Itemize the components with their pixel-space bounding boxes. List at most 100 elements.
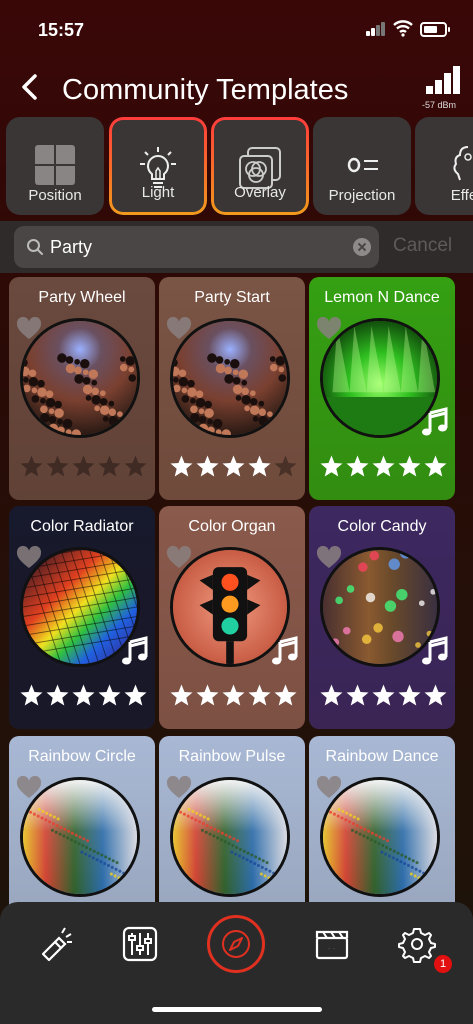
template-card[interactable]: Party Wheel [9, 277, 155, 500]
signal-strength-indicator: -57 dBm [420, 60, 464, 110]
projection-icon [347, 157, 378, 173]
category-label: Projection [328, 187, 396, 204]
template-name: Lemon N Dance [324, 289, 440, 306]
category-label: Effe [450, 187, 473, 204]
category-overlay[interactable]: Overlay [211, 117, 309, 215]
category-row: Position Light Overlay Projection Eff [0, 117, 473, 217]
favorite-heart-icon[interactable] [316, 776, 342, 800]
page-title: Community Templates [62, 74, 349, 106]
category-label: Light [141, 184, 175, 201]
star-icon [45, 454, 70, 479]
star-icon [423, 454, 448, 479]
favorite-heart-icon[interactable] [166, 546, 192, 570]
search-icon [27, 239, 43, 255]
template-name: Party Wheel [38, 289, 126, 306]
bottom-nav: 1 [0, 902, 473, 1024]
music-note-icon [422, 636, 448, 665]
back-icon[interactable] [16, 72, 46, 102]
template-card[interactable]: Color Radiator [9, 506, 155, 729]
star-icon [221, 454, 246, 479]
search-input[interactable]: Party [14, 226, 379, 268]
signal-dbm: -57 dBm [422, 100, 457, 110]
star-icon [169, 683, 194, 708]
music-note-icon [272, 636, 298, 665]
template-grid: Party Wheel Party Start Lemon N Dance Color… [0, 277, 473, 917]
template-card[interactable]: Rainbow Dance [309, 736, 455, 917]
template-card[interactable]: Rainbow Circle [9, 736, 155, 917]
template-name: Rainbow Pulse [178, 748, 286, 765]
star-icon [319, 454, 344, 479]
star-rating [19, 454, 149, 480]
music-note-icon [122, 636, 148, 665]
template-card[interactable]: Color Candy [309, 506, 455, 729]
status-bar: 15:57 [0, 0, 473, 60]
category-light[interactable]: Light [109, 117, 207, 215]
star-icon [371, 454, 396, 479]
effects-icon [453, 146, 472, 181]
star-icon [319, 683, 344, 708]
star-icon [371, 683, 396, 708]
star-icon [97, 454, 122, 479]
star-icon [247, 454, 272, 479]
star-icon [97, 683, 122, 708]
template-card[interactable]: Rainbow Pulse [159, 736, 305, 917]
template-card[interactable]: Lemon N Dance [309, 277, 455, 500]
star-icon [397, 683, 422, 708]
clear-icon[interactable] [353, 238, 371, 256]
template-card[interactable]: Party Start [159, 277, 305, 500]
star-icon [195, 683, 220, 708]
compass-button[interactable] [207, 915, 265, 973]
star-icon [345, 683, 370, 708]
favorite-heart-icon[interactable] [16, 546, 42, 570]
star-rating [319, 454, 449, 480]
star-rating [319, 683, 449, 709]
grid-icon [35, 145, 75, 185]
favorite-heart-icon[interactable] [166, 317, 192, 341]
star-icon [123, 683, 148, 708]
star-icon [123, 454, 148, 479]
favorite-heart-icon[interactable] [316, 546, 342, 570]
clock: 15:57 [38, 20, 85, 40]
favorite-heart-icon[interactable] [166, 776, 192, 800]
favorite-heart-icon[interactable] [16, 317, 42, 341]
category-position[interactable]: Position [6, 117, 104, 215]
compass-icon [222, 930, 250, 958]
star-icon [71, 683, 96, 708]
star-icon [19, 454, 44, 479]
star-icon [397, 454, 422, 479]
star-icon [247, 683, 272, 708]
mixer-icon[interactable] [120, 924, 160, 964]
star-rating [19, 683, 149, 709]
category-label: Overlay [234, 184, 286, 201]
template-name: Rainbow Dance [325, 748, 439, 765]
star-icon [71, 454, 96, 479]
star-icon [169, 454, 194, 479]
cancel-button[interactable]: Cancel [393, 235, 452, 257]
music-note-icon [422, 407, 448, 436]
star-icon [45, 683, 70, 708]
star-icon [221, 683, 246, 708]
search-value: Party [50, 237, 93, 257]
flashlight-icon[interactable] [35, 924, 75, 964]
favorite-heart-icon[interactable] [16, 776, 42, 800]
template-card[interactable]: Color Organ [159, 506, 305, 729]
template-name: Color Organ [188, 518, 276, 535]
star-icon [345, 454, 370, 479]
notification-badge: 1 [434, 955, 452, 973]
star-icon [273, 454, 298, 479]
template-name: Rainbow Circle [28, 748, 136, 765]
favorite-heart-icon[interactable] [316, 317, 342, 341]
star-icon [423, 683, 448, 708]
clapperboard-icon[interactable] [312, 924, 352, 964]
template-name: Color Radiator [30, 518, 134, 535]
category-effects[interactable]: Effe [415, 117, 473, 215]
template-name: Color Candy [337, 518, 427, 535]
wifi-icon [393, 20, 413, 37]
category-label: Position [28, 187, 82, 204]
home-indicator [152, 1007, 322, 1012]
category-projection[interactable]: Projection [313, 117, 411, 215]
template-name: Party Start [194, 289, 270, 306]
settings-icon[interactable] [397, 924, 437, 964]
star-icon [273, 683, 298, 708]
star-rating [169, 683, 299, 709]
